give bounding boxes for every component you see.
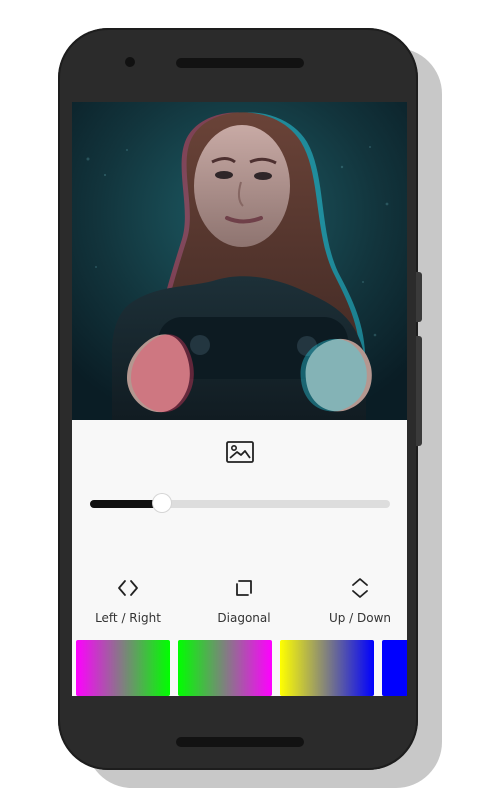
- picture-icon[interactable]: [226, 441, 254, 463]
- intensity-slider-fill: [90, 500, 162, 508]
- swatch-yellow-blue[interactable]: [280, 640, 374, 696]
- left-right-arrows-icon: [118, 580, 138, 596]
- left-right-option[interactable]: Left / Right: [88, 576, 168, 625]
- left-right-label: Left / Right: [95, 611, 161, 625]
- editor-panel: Left / Right Diagonal Up / Down: [72, 420, 407, 696]
- front-camera: [125, 57, 135, 67]
- up-down-arrows-icon: [352, 578, 368, 598]
- diagonal-icon: [236, 580, 252, 596]
- volume-button: [416, 336, 422, 446]
- right-eye: [254, 172, 272, 180]
- diagonal-label: Diagonal: [217, 611, 271, 625]
- swatch-green-magenta[interactable]: [178, 640, 272, 696]
- image-icon[interactable]: [226, 441, 254, 463]
- swatch-magenta-green[interactable]: [76, 640, 170, 696]
- diagonal-option[interactable]: Diagonal: [204, 576, 284, 625]
- phone-screen: Left / Right Diagonal Up / Down: [72, 102, 407, 696]
- power-button: [416, 272, 422, 322]
- face: [194, 125, 290, 247]
- left-eye: [215, 171, 233, 179]
- up-down-label: Up / Down: [328, 611, 392, 625]
- controller-left-stick: [190, 335, 210, 355]
- photo-preview: [72, 102, 407, 420]
- bottom-speaker: [176, 737, 304, 747]
- intensity-slider-thumb[interactable]: [153, 494, 171, 512]
- intensity-slider[interactable]: [90, 494, 390, 512]
- color-swatch-strip[interactable]: [76, 640, 407, 696]
- glitch-photo: [72, 102, 407, 420]
- swatch-blue[interactable]: [382, 640, 407, 696]
- up-down-option[interactable]: Up / Down: [320, 576, 400, 625]
- earpiece-speaker: [176, 58, 304, 68]
- device-mockup-stage: Left / Right Diagonal Up / Down: [0, 0, 480, 800]
